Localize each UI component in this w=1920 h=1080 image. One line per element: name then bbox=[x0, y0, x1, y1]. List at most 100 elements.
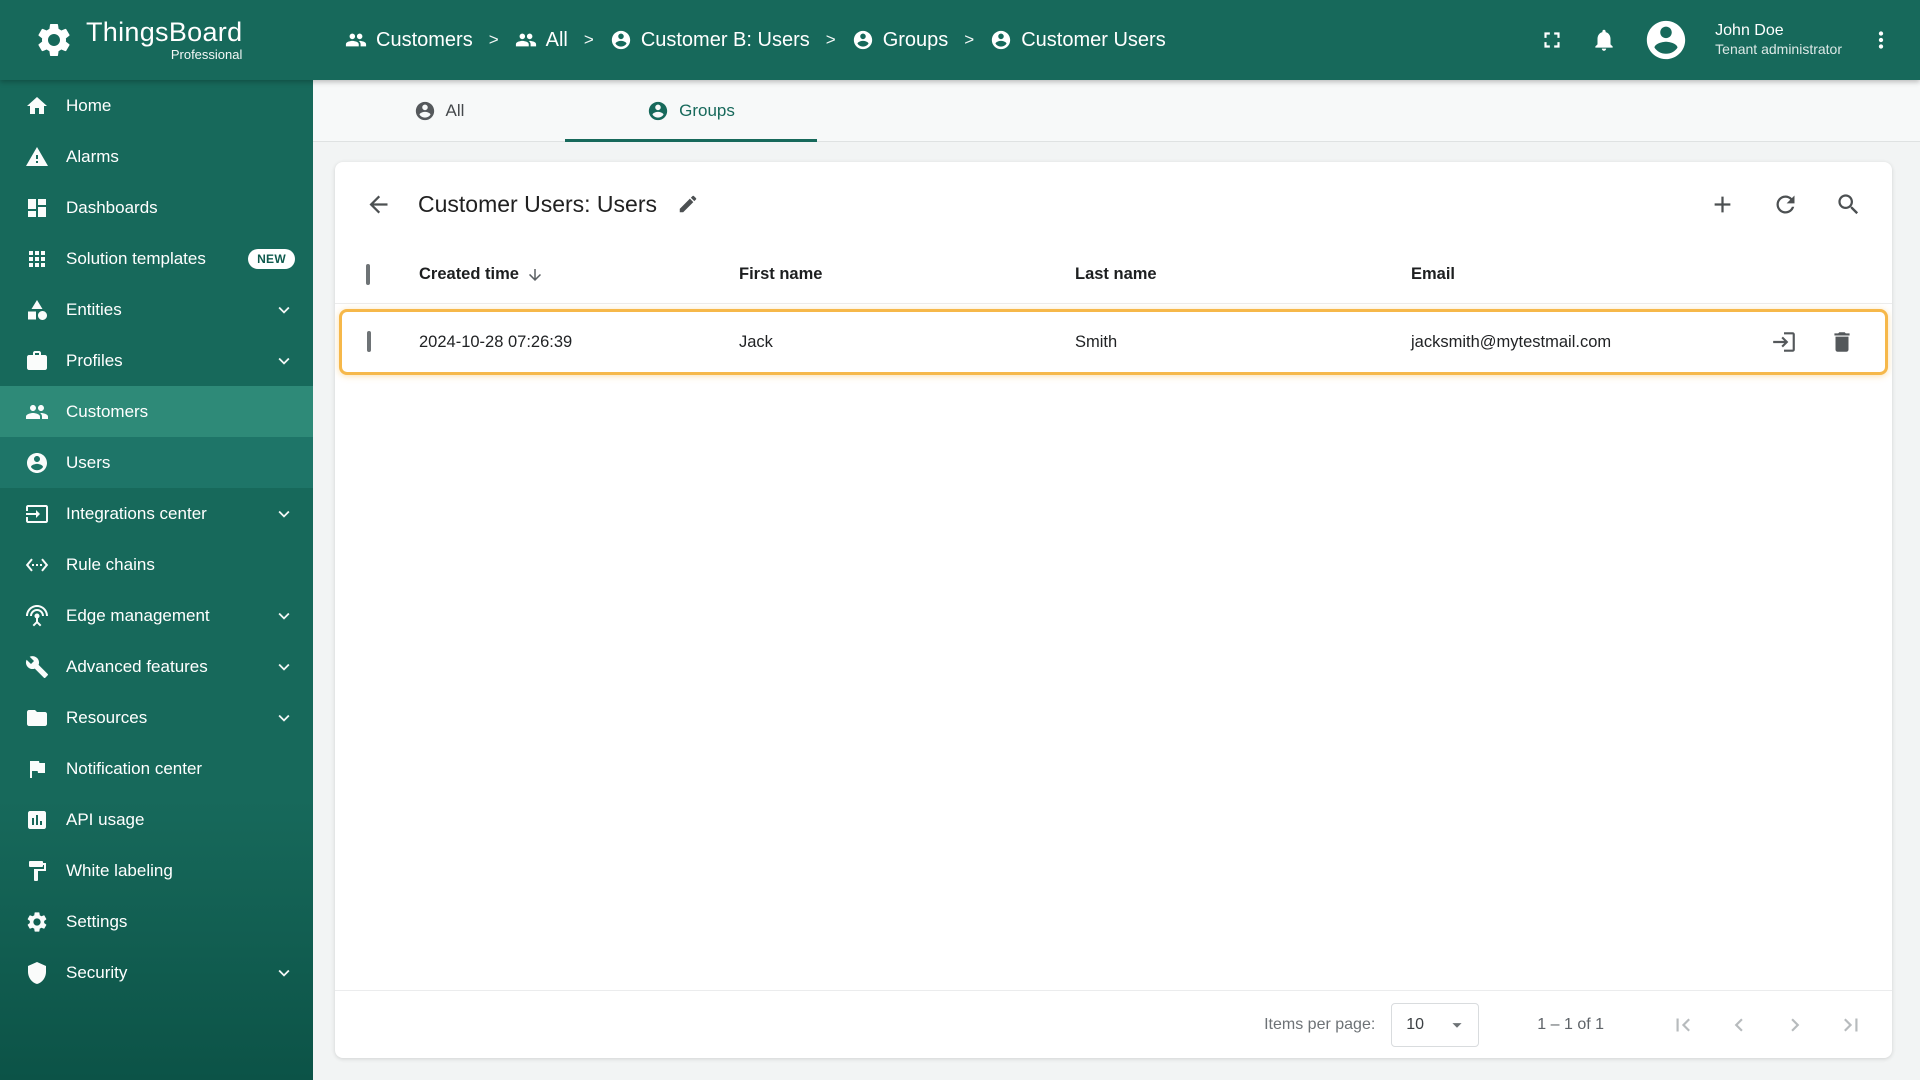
breadcrumb-item-groups[interactable]: Groups bbox=[852, 28, 949, 52]
breadcrumb-item-customer-users[interactable]: Customer Users bbox=[990, 28, 1166, 52]
sidebar-item-label: Rule chains bbox=[66, 554, 155, 574]
sidebar-item-white-labeling[interactable]: White labeling bbox=[0, 845, 313, 896]
table-actions bbox=[1709, 191, 1862, 218]
breadcrumb-item-customer-b-users[interactable]: Customer B: Users bbox=[610, 29, 810, 52]
items-per-page-select[interactable]: 10 bbox=[1391, 1002, 1480, 1047]
select-all-checkbox[interactable] bbox=[366, 263, 370, 285]
sidebar-item-advanced-features[interactable]: Advanced features bbox=[0, 641, 313, 692]
sidebar-item-home[interactable]: Home bbox=[0, 80, 313, 131]
user-menu[interactable]: John Doe Tenant administrator bbox=[1715, 21, 1842, 59]
column-label: First name bbox=[739, 265, 823, 283]
dropdown-arrow-icon bbox=[1446, 1014, 1468, 1036]
sidebar-item-solution-templates[interactable]: Solution templates NEW bbox=[0, 233, 313, 284]
chevron-down-icon bbox=[273, 707, 295, 729]
chevron-down-icon bbox=[273, 656, 295, 678]
column-label: Last name bbox=[1075, 265, 1157, 283]
search-button[interactable] bbox=[1835, 191, 1862, 218]
bar-chart-icon bbox=[25, 808, 49, 832]
sidebar-item-dashboards[interactable]: Dashboards bbox=[0, 182, 313, 233]
user-name: John Doe bbox=[1715, 22, 1784, 40]
sidebar-item-edge-management[interactable]: Edge management bbox=[0, 590, 313, 641]
sidebar-item-label: White labeling bbox=[66, 860, 173, 880]
column-header-first-name[interactable]: First name bbox=[739, 265, 1075, 284]
column-header-created-time[interactable]: Created time bbox=[419, 265, 739, 284]
cell-created-time: 2024-10-28 07:26:39 bbox=[419, 332, 573, 351]
next-page-icon[interactable] bbox=[1782, 1012, 1808, 1038]
sidebar-item-label: Edge management bbox=[66, 605, 210, 625]
sidebar-item-label: Entities bbox=[66, 299, 122, 319]
entities-icon bbox=[25, 298, 49, 322]
breadcrumb-label: Customer Users bbox=[1021, 28, 1166, 51]
sidebar-item-customers[interactable]: Customers bbox=[0, 386, 313, 437]
breadcrumb-separator: > bbox=[488, 30, 499, 49]
delete-icon[interactable] bbox=[1829, 329, 1855, 355]
customers-icon bbox=[25, 400, 49, 424]
chevron-down-icon bbox=[273, 962, 295, 984]
sidebar-item-label: Alarms bbox=[66, 146, 119, 166]
brand-text: ThingsBoard Professional bbox=[86, 18, 242, 62]
refresh-button[interactable] bbox=[1772, 191, 1799, 218]
user-icon bbox=[852, 29, 874, 51]
user-icon bbox=[414, 100, 436, 122]
add-user-button[interactable] bbox=[1709, 191, 1736, 218]
sidebar-item-entities[interactable]: Entities bbox=[0, 284, 313, 335]
sidebar-item-label: Home bbox=[66, 95, 112, 115]
sidebar-item-users[interactable]: Users bbox=[0, 437, 313, 488]
main-content: All Groups Customer Users: Users Created… bbox=[313, 80, 1920, 1080]
fullscreen-icon[interactable] bbox=[1539, 27, 1565, 53]
login-as-user-icon[interactable] bbox=[1771, 329, 1797, 355]
items-per-page-value: 10 bbox=[1406, 1015, 1425, 1033]
sidebar-item-label: Advanced features bbox=[66, 656, 208, 676]
sidebar-item-rule-chains[interactable]: Rule chains bbox=[0, 539, 313, 590]
sidebar-item-profiles[interactable]: Profiles bbox=[0, 335, 313, 386]
breadcrumb-separator: > bbox=[825, 30, 836, 49]
tab-groups[interactable]: Groups bbox=[565, 80, 817, 142]
card-toolbar: Customer Users: Users bbox=[335, 162, 1892, 246]
breadcrumb: Customers > All > Customer B: Users > Gr… bbox=[345, 29, 1166, 52]
back-button[interactable] bbox=[365, 191, 392, 218]
notifications-bell-icon[interactable] bbox=[1591, 27, 1617, 53]
flag-icon bbox=[25, 757, 49, 781]
format-paint-icon bbox=[25, 859, 49, 883]
sidebar-item-resources[interactable]: Resources bbox=[0, 692, 313, 743]
paginator: Items per page: 10 1 – 1 of 1 bbox=[335, 990, 1892, 1058]
user-icon bbox=[610, 29, 632, 51]
cell-last-name: Smith bbox=[1075, 332, 1118, 351]
sidebar-item-settings[interactable]: Settings bbox=[0, 896, 313, 947]
edit-title-button[interactable] bbox=[677, 193, 699, 215]
user-avatar[interactable] bbox=[1643, 17, 1689, 63]
breadcrumb-label: Groups bbox=[882, 28, 949, 51]
column-header-last-name[interactable]: Last name bbox=[1075, 265, 1411, 284]
sidebar-item-label: Dashboards bbox=[66, 197, 158, 217]
first-page-icon[interactable] bbox=[1670, 1012, 1696, 1038]
tab-all[interactable]: All bbox=[313, 80, 565, 141]
sidebar-item-security[interactable]: Security bbox=[0, 947, 313, 998]
last-page-icon[interactable] bbox=[1838, 1012, 1864, 1038]
column-header-email[interactable]: Email bbox=[1411, 265, 1742, 284]
sidebar-item-api-usage[interactable]: API usage bbox=[0, 794, 313, 845]
briefcase-icon bbox=[25, 349, 49, 373]
apps-icon bbox=[25, 247, 49, 271]
sidebar-item-label: Profiles bbox=[66, 350, 123, 370]
sidebar-item-alarms[interactable]: Alarms bbox=[0, 131, 313, 182]
sidebar-item-notification-center[interactable]: Notification center bbox=[0, 743, 313, 794]
brand-logo[interactable]: ThingsBoard Professional bbox=[0, 18, 313, 62]
user-role: Tenant administrator bbox=[1715, 41, 1842, 58]
user-icon bbox=[25, 451, 49, 475]
breadcrumb-item-all[interactable]: All bbox=[515, 29, 568, 52]
table-row[interactable]: 2024-10-28 07:26:39 Jack Smith jacksmith… bbox=[339, 309, 1888, 375]
row-checkbox[interactable] bbox=[367, 331, 371, 352]
previous-page-icon[interactable] bbox=[1726, 1012, 1752, 1038]
sidebar-item-label: Customers bbox=[66, 401, 149, 421]
more-options-icon[interactable] bbox=[1868, 27, 1894, 53]
sidebar-item-label: Solution templates bbox=[66, 248, 206, 268]
items-per-page-label: Items per page: bbox=[1264, 1015, 1376, 1033]
sidebar: Home Alarms Dashboards Solution template… bbox=[0, 80, 313, 1080]
chevron-down-icon bbox=[273, 299, 295, 321]
breadcrumb-item-customers[interactable]: Customers bbox=[345, 29, 473, 52]
app-window: ThingsBoard Professional Customers > All… bbox=[0, 0, 1920, 1080]
sidebar-item-integrations-center[interactable]: Integrations center bbox=[0, 488, 313, 539]
cell-first-name: Jack bbox=[739, 332, 773, 351]
sidebar-item-label: Integrations center bbox=[66, 503, 207, 523]
user-icon bbox=[647, 100, 669, 122]
